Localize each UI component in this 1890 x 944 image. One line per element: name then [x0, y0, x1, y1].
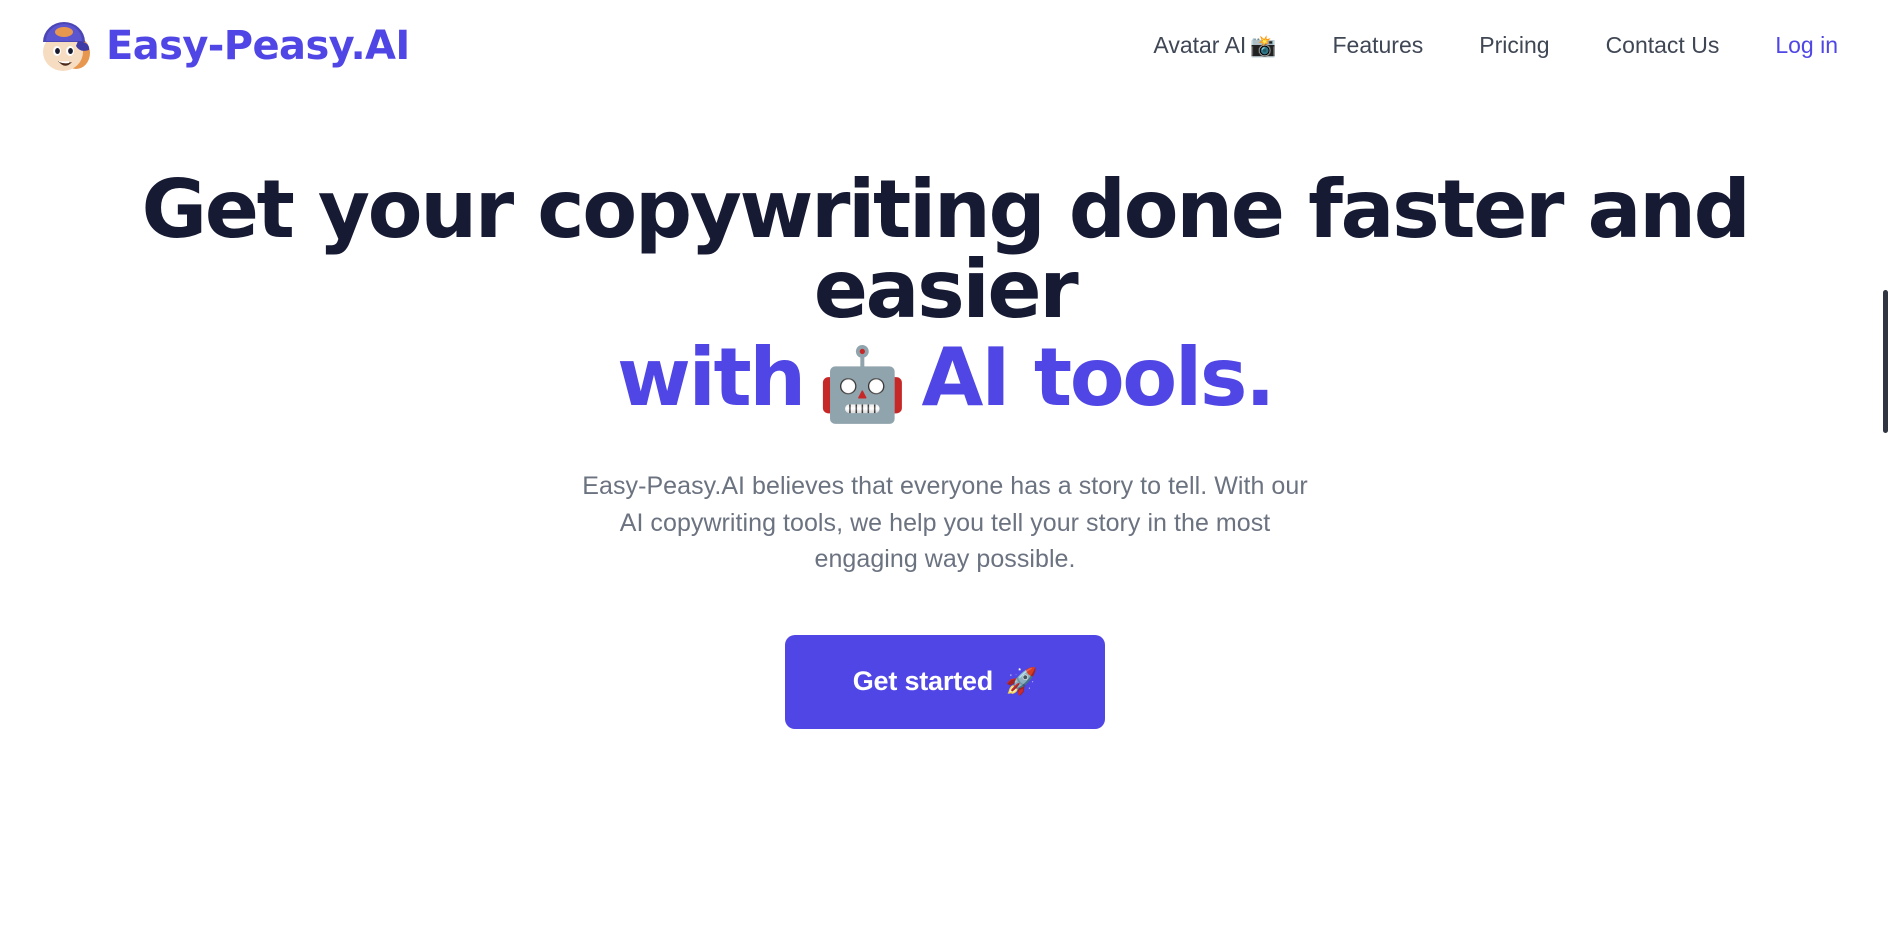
brand-logo-link[interactable]: Easy-Peasy.AI [34, 15, 410, 77]
page-scrollbar-thumb[interactable] [1883, 290, 1888, 433]
mascot-face-icon [34, 15, 96, 77]
get-started-button[interactable]: Get started 🚀 [785, 634, 1105, 729]
page-title: Get your copywriting done faster and eas… [125, 92, 1765, 421]
nav-item-log-in[interactable]: Log in [1747, 24, 1850, 68]
rocket-icon: 🚀 [1005, 666, 1038, 697]
nav-item-label: Features [1332, 32, 1424, 59]
site-header: Easy-Peasy.AI Avatar AI 📸 Features Pricin… [0, 0, 1890, 92]
nav-item-label: Pricing [1479, 32, 1550, 59]
hero-subtext: Easy-Peasy.AI believes that everyone has… [582, 472, 1308, 573]
headline-accent-line: with 🤖 AI tools. [125, 338, 1765, 421]
camera-with-flash-icon: 📸 [1250, 34, 1277, 59]
nav-item-label: Log in [1775, 32, 1838, 59]
main-nav: Avatar AI 📸 Features Pricing Contact Us L… [1125, 24, 1854, 68]
headline-line-2: easier [813, 243, 1079, 336]
headline-accent-suffix: AI tools. [921, 331, 1276, 424]
landing-page: Easy-Peasy.AI Avatar AI 📸 Features Pricin… [0, 0, 1890, 944]
nav-item-pricing[interactable]: Pricing [1451, 24, 1577, 68]
brand-wordmark: Easy-Peasy.AI [106, 23, 410, 69]
robot-icon: 🤖 [817, 342, 908, 426]
hero-section: Get your copywriting done faster and eas… [0, 92, 1890, 729]
nav-item-avatar-ai[interactable]: Avatar AI 📸 [1125, 24, 1304, 68]
nav-item-features[interactable]: Features [1304, 24, 1451, 68]
get-started-label: Get started [852, 666, 994, 696]
nav-item-label: Avatar AI [1153, 32, 1247, 59]
headline-accent-prefix: with [616, 331, 806, 424]
nav-item-contact-us[interactable]: Contact Us [1578, 24, 1748, 68]
nav-item-label: Contact Us [1605, 32, 1720, 59]
hero-cta-container: Get started 🚀 [0, 634, 1890, 729]
page-scrollbar[interactable] [1880, 0, 1890, 944]
